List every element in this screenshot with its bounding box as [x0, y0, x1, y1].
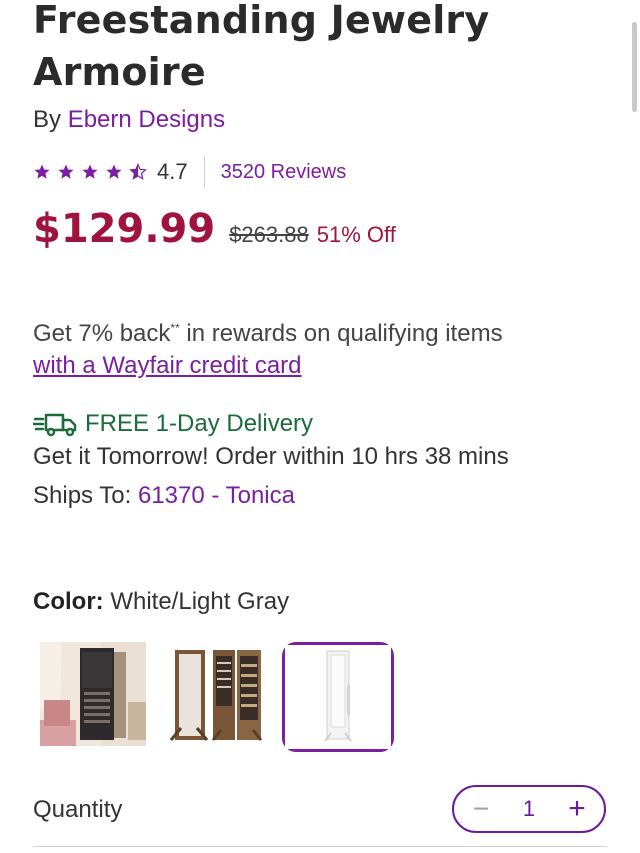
discount-label: 51% Off — [316, 222, 396, 247]
star-icon — [58, 164, 74, 179]
half-star-icon — [129, 163, 147, 180]
byline: By Ebern Designs — [33, 106, 225, 134]
credit-card-link[interactable]: with a Wayfair credit card — [33, 352, 302, 379]
star-icon — [106, 164, 122, 179]
free-delivery: FREE 1-Day Delivery — [33, 410, 313, 438]
truck-icon — [33, 413, 77, 437]
rewards-text-2: in rewards on qualifying items — [179, 320, 503, 347]
swatch-image — [40, 642, 146, 746]
color-value: White/Light Gray — [110, 588, 290, 615]
star-icon — [34, 164, 50, 179]
color-swatch-brown[interactable] — [161, 642, 273, 752]
zip-link[interactable]: 61370 - Tonica — [138, 482, 295, 509]
rewards-footnote: ** — [170, 321, 180, 335]
increase-quantity-button[interactable]: + — [564, 794, 590, 824]
quantity-label: Quantity — [33, 796, 123, 823]
quantity-stepper: − 1 + — [452, 785, 606, 833]
scrollbar[interactable] — [632, 22, 637, 112]
swatch-image — [161, 642, 267, 746]
star-rating — [33, 163, 147, 181]
divider — [203, 156, 205, 188]
ships-to: Ships To: 61370 - Tonica — [33, 482, 295, 510]
star-icon — [82, 164, 98, 179]
sale-price: $129.99 — [33, 206, 216, 252]
price-row: $129.99 $263.88 51% Off — [33, 206, 396, 252]
ships-label: Ships To: — [33, 482, 132, 509]
color-swatch-black[interactable] — [40, 642, 152, 752]
rewards-text: Get 7% back — [33, 320, 171, 347]
reviews-link[interactable]: 3520 Reviews — [221, 161, 347, 184]
was-price: $263.88 — [229, 222, 309, 247]
decrease-quantity-button[interactable]: − — [468, 795, 494, 823]
product-title: Freestanding Jewelry Armoire — [33, 0, 490, 94]
rating-value: 4.7 — [157, 159, 188, 184]
delivery-eta: Get it Tomorrow! Order within 10 hrs 38 … — [33, 443, 509, 470]
brand-link[interactable]: Ebern Designs — [68, 106, 225, 133]
quantity-value[interactable]: 1 — [523, 796, 535, 822]
color-selection: Color: White/Light Gray — [33, 588, 289, 616]
rating-row: 4.7 3520 Reviews — [33, 156, 346, 188]
swatch-image — [285, 645, 391, 749]
free-delivery-text: FREE 1-Day Delivery — [85, 410, 314, 437]
divider — [33, 846, 607, 847]
color-label: Color: — [33, 588, 104, 615]
rewards-promo: Get 7% back** in rewards on qualifying i… — [33, 318, 503, 382]
color-swatch-white-light-gray[interactable] — [282, 642, 394, 752]
by-prefix: By — [33, 106, 62, 133]
